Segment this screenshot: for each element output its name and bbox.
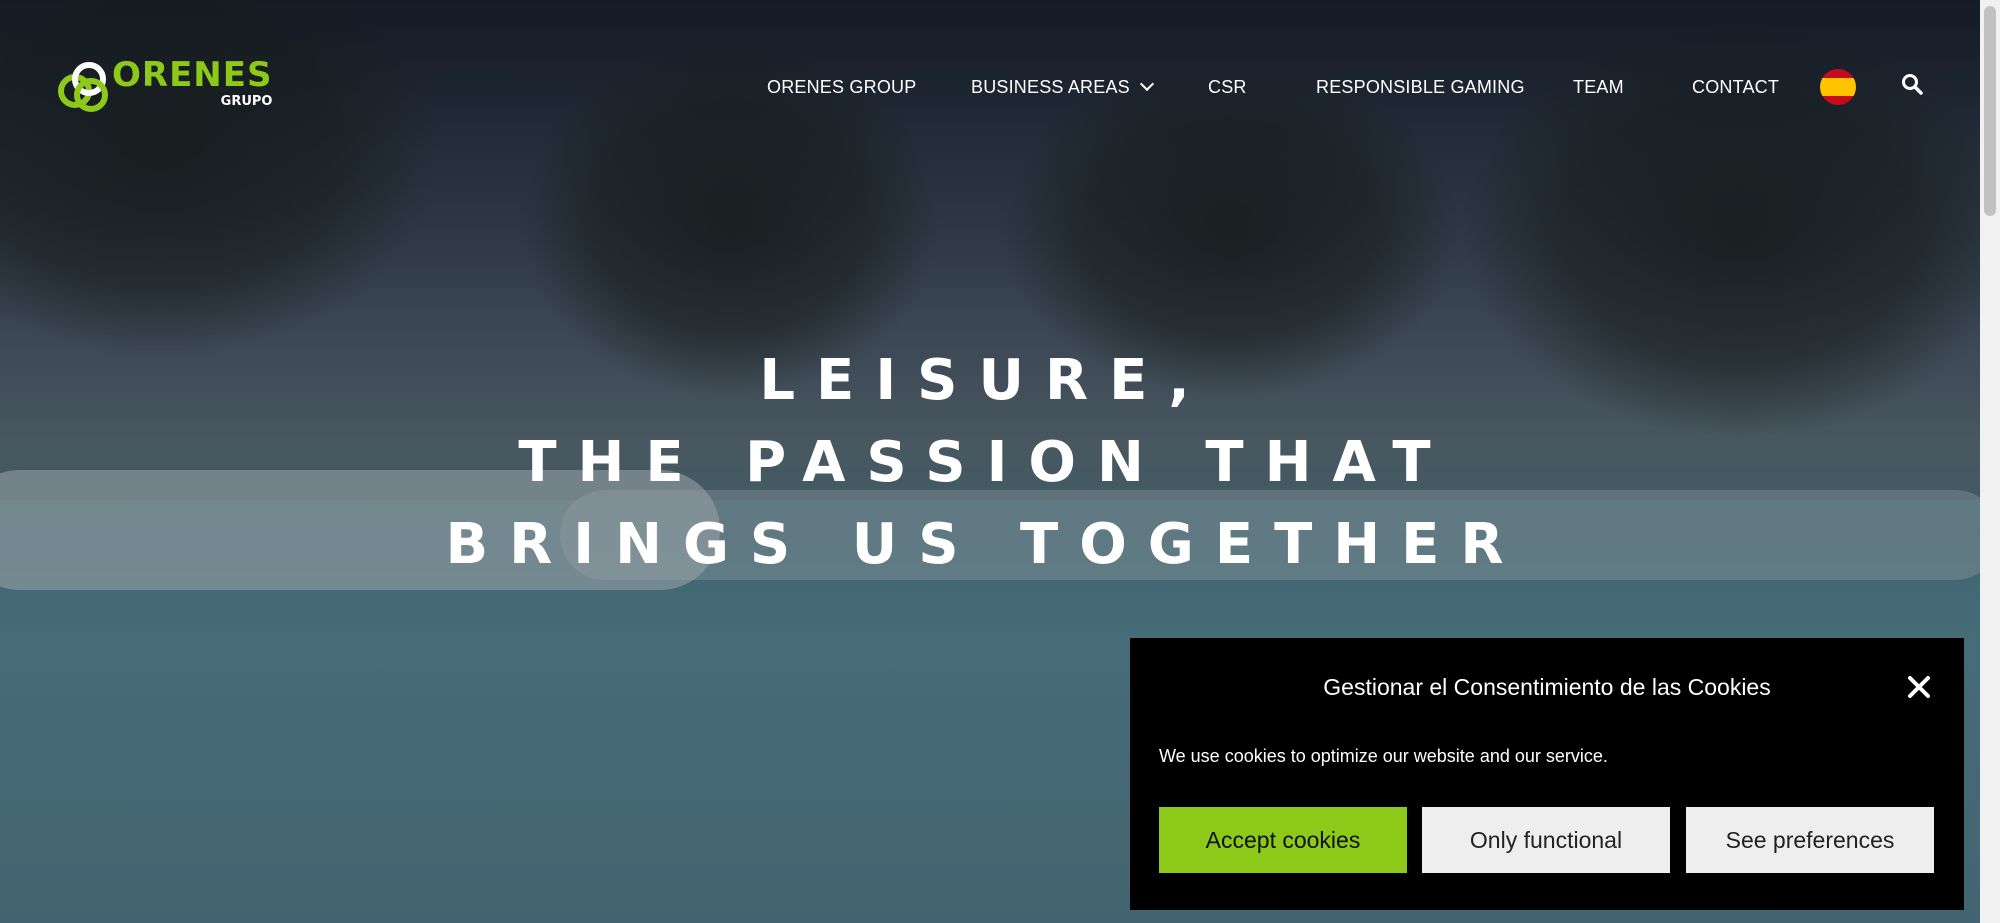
cookie-consent-banner: Gestionar el Consentimiento de las Cooki…: [1130, 638, 1964, 910]
page-scrollbar[interactable]: [1980, 0, 2000, 923]
chevron-down-icon: [1139, 76, 1154, 92]
nav-item-contact[interactable]: CONTACT: [1692, 74, 1779, 100]
page: ORENES GRUPO ORENES GROUP BUSINESS AREAS…: [0, 0, 2000, 923]
cookie-banner-title: Gestionar el Consentimiento de las Cooki…: [1323, 674, 1771, 700]
see-preferences-button[interactable]: See preferences: [1686, 807, 1934, 873]
nav-item-csr[interactable]: CSR: [1208, 74, 1247, 100]
nav-item-responsible-gaming[interactable]: RESPONSIBLE GAMING: [1316, 74, 1525, 100]
hero-heading: LEISURE, THE PASSION THAT BRINGS US TOGE…: [0, 340, 1970, 586]
hero-heading-line3: BRINGS US TOGETHER: [445, 512, 1525, 577]
nav-item-team[interactable]: TEAM: [1573, 74, 1624, 100]
close-icon[interactable]: [1906, 674, 1932, 700]
main-navigation: ORENES GROUP BUSINESS AREAS CSR RESPONSI…: [0, 74, 2000, 100]
spain-flag-icon[interactable]: [1820, 69, 1856, 105]
nav-item-business-areas-label: BUSINESS AREAS: [971, 77, 1130, 97]
hero-heading-line1: LEISURE,: [759, 348, 1211, 413]
search-icon[interactable]: [1901, 73, 1923, 95]
cookie-banner-text: We use cookies to optimize our website a…: [1159, 746, 1608, 766]
accept-cookies-button[interactable]: Accept cookies: [1159, 807, 1407, 873]
only-functional-button[interactable]: Only functional: [1422, 807, 1670, 873]
nav-item-business-areas[interactable]: BUSINESS AREAS: [971, 74, 1154, 100]
scrollbar-thumb[interactable]: [1984, 6, 1996, 216]
hero-heading-line2: THE PASSION THAT: [518, 430, 1452, 495]
nav-item-orenes-group[interactable]: ORENES GROUP: [767, 74, 916, 100]
